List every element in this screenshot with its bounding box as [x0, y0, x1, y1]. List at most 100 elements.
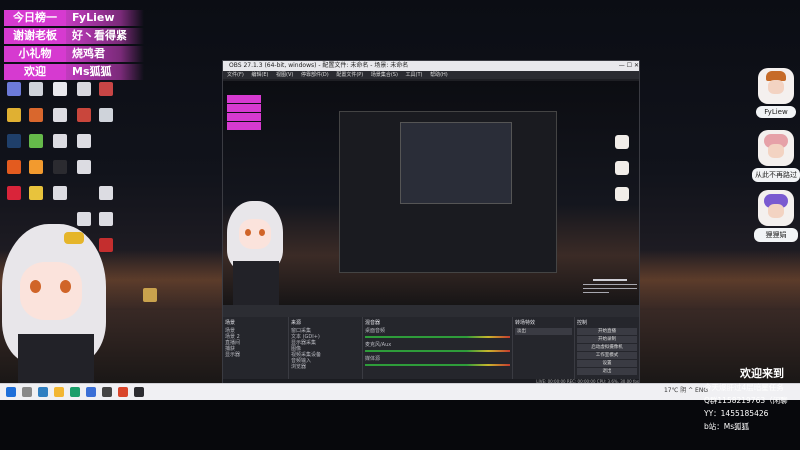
- desktop-icon[interactable]: [74, 108, 94, 132]
- banner-value: 好丶看得紧: [66, 28, 144, 44]
- start-icon[interactable]: [6, 387, 16, 397]
- system-tray[interactable]: 17℃ 阴 ^ ENG: [664, 385, 708, 394]
- taskbar-app-icon[interactable]: [134, 387, 144, 397]
- volume-meter[interactable]: [365, 336, 510, 338]
- desktop-icon[interactable]: [50, 186, 70, 210]
- studio-mode-button[interactable]: 工作室模式: [577, 352, 637, 359]
- preview-text-line: [583, 284, 637, 285]
- volume-meter[interactable]: [365, 350, 510, 352]
- desktop-icon[interactable]: [74, 160, 94, 184]
- menu-item[interactable]: 编辑(E): [251, 72, 268, 78]
- desktop-icon[interactable]: [26, 82, 46, 106]
- menu-item[interactable]: 工具(T): [406, 72, 423, 78]
- scenes-dock: 场景 场景 场景 2 直播间 捕获 显示器: [223, 317, 289, 384]
- desktop-icon[interactable]: [26, 186, 46, 210]
- folder-icon[interactable]: [54, 387, 64, 397]
- banner-row: 谢谢老板 好丶看得紧: [4, 28, 144, 44]
- search-icon[interactable]: [22, 387, 32, 397]
- app-icon: [99, 82, 113, 96]
- preview-viewer-avatar: [615, 135, 629, 149]
- desktop-icon[interactable]: [50, 160, 70, 184]
- virtual-camera-button[interactable]: 启动虚拟摄像机: [577, 344, 637, 351]
- banner-key: 谢谢老板: [4, 28, 66, 44]
- preview-viewer-avatar: [615, 187, 629, 201]
- menu-item[interactable]: 文件(F): [227, 72, 244, 78]
- window-controls[interactable]: — ☐ ✕: [619, 61, 639, 71]
- desktop-icon[interactable]: [4, 160, 24, 184]
- obs-window[interactable]: OBS 27.1.3 (64-bit, windows) - 配置文件: 未命名…: [222, 60, 640, 385]
- banner-row: 今日榜一 FyLiew: [4, 10, 144, 26]
- desktop-icon[interactable]: [96, 186, 116, 210]
- desktop-icon[interactable]: [4, 82, 24, 106]
- mixer-dock: 混音器 桌面音频 麦克风/Aux 媒体源: [363, 317, 513, 384]
- volume-meter[interactable]: [365, 364, 510, 366]
- scene-item[interactable]: 显示器: [225, 352, 286, 358]
- banner-key: 今日榜一: [4, 10, 66, 26]
- browser-icon[interactable]: [86, 387, 96, 397]
- desktop-icon[interactable]: [50, 134, 70, 158]
- app-icon: [77, 108, 91, 122]
- dock-header: 场景: [225, 320, 236, 326]
- preview-avatar: [223, 201, 289, 305]
- desktop-icon[interactable]: [50, 108, 70, 132]
- banner-value: 烧鸡君: [66, 46, 144, 62]
- banner-row: 欢迎 Ms狐狐: [4, 64, 144, 80]
- desktop-icon[interactable]: [26, 134, 46, 158]
- desktop-icon[interactable]: [26, 108, 46, 132]
- obs-menubar: 文件(F) 编辑(E) 视图(V) 停靠部件(D) 配置文件(P) 场景集合(S…: [223, 71, 639, 79]
- banner-row: 小礼物 烧鸡君: [4, 46, 144, 62]
- transition-select[interactable]: 淡出: [515, 328, 572, 335]
- desktop-icon[interactable]: [4, 108, 24, 132]
- file-icon: [53, 108, 67, 122]
- menu-item[interactable]: 停靠部件(D): [301, 72, 329, 78]
- preview-banner-row: [227, 122, 261, 130]
- obs-preview-canvas[interactable]: [223, 81, 639, 305]
- desktop-icon[interactable]: [4, 186, 24, 210]
- desktop-icon[interactable]: [50, 82, 70, 106]
- desktop-icon[interactable]: [26, 160, 46, 184]
- desktop-icon[interactable]: [4, 134, 24, 158]
- banner-value: Ms狐狐: [66, 64, 144, 80]
- exit-button[interactable]: 退出: [577, 368, 637, 375]
- obs-title: OBS 27.1.3 (64-bit, windows) - 配置文件: 未命名…: [229, 62, 409, 69]
- file-icon: [53, 134, 67, 148]
- desktop-icon[interactable]: [74, 134, 94, 158]
- app-icon: [7, 82, 21, 96]
- start-streaming-button[interactable]: 开始直播: [577, 328, 637, 335]
- taskbar-app-icon[interactable]: [70, 387, 80, 397]
- desktop-icon[interactable]: [96, 82, 116, 106]
- welcome-line: b站：Ms狐狐: [704, 422, 750, 431]
- stream-info-banner: 今日榜一 FyLiew 谢谢老板 好丶看得紧 小礼物 烧鸡君 欢迎 Ms狐狐: [4, 10, 144, 82]
- windows-taskbar: 17℃ 阴 ^ ENG: [0, 383, 800, 400]
- obs-docks: 场景 场景 场景 2 直播间 捕获 显示器 来源 窗口采集 文本 (GDI+) …: [223, 317, 639, 384]
- start-recording-button[interactable]: 开始录制: [577, 336, 637, 343]
- menu-item[interactable]: 场景集合(S): [371, 72, 398, 78]
- desktop-icon[interactable]: [96, 108, 116, 132]
- source-item[interactable]: 浏览器: [291, 364, 360, 370]
- file-icon: [29, 82, 43, 96]
- file-icon: [77, 134, 91, 148]
- mixer-channel-label: 麦克风/Aux: [365, 342, 392, 348]
- app-icon: [7, 108, 21, 122]
- taskbar-app-icon[interactable]: [38, 387, 48, 397]
- welcome-line: YY：1455185426: [704, 409, 769, 418]
- controls-dock: 控制 开始直播 开始录制 启动虚拟摄像机 工作室模式 设置 退出: [575, 317, 639, 384]
- taskbar-app-icon[interactable]: [118, 387, 128, 397]
- file-icon: [53, 82, 67, 96]
- desktop-icon[interactable]: [74, 82, 94, 106]
- viewer-avatar: [758, 190, 794, 226]
- menu-item[interactable]: 帮助(H): [430, 72, 448, 78]
- menu-item[interactable]: 配置文件(P): [336, 72, 363, 78]
- vtuber-avatar: [0, 224, 110, 399]
- mixer-channel-label: 媒体源: [365, 356, 381, 362]
- viewer-name: FyLiew: [756, 106, 796, 118]
- menu-item[interactable]: 视图(V): [276, 72, 293, 78]
- viewer-card: 狸狸娟: [754, 190, 798, 242]
- avatar-face: [768, 80, 784, 94]
- desktop-icon[interactable]: [140, 288, 160, 312]
- obs-icon[interactable]: [102, 387, 112, 397]
- settings-button[interactable]: 设置: [577, 360, 637, 367]
- file-icon: [99, 108, 113, 122]
- nested-preview: [339, 111, 557, 273]
- obs-titlebar[interactable]: OBS 27.1.3 (64-bit, windows) - 配置文件: 未命名…: [223, 61, 639, 71]
